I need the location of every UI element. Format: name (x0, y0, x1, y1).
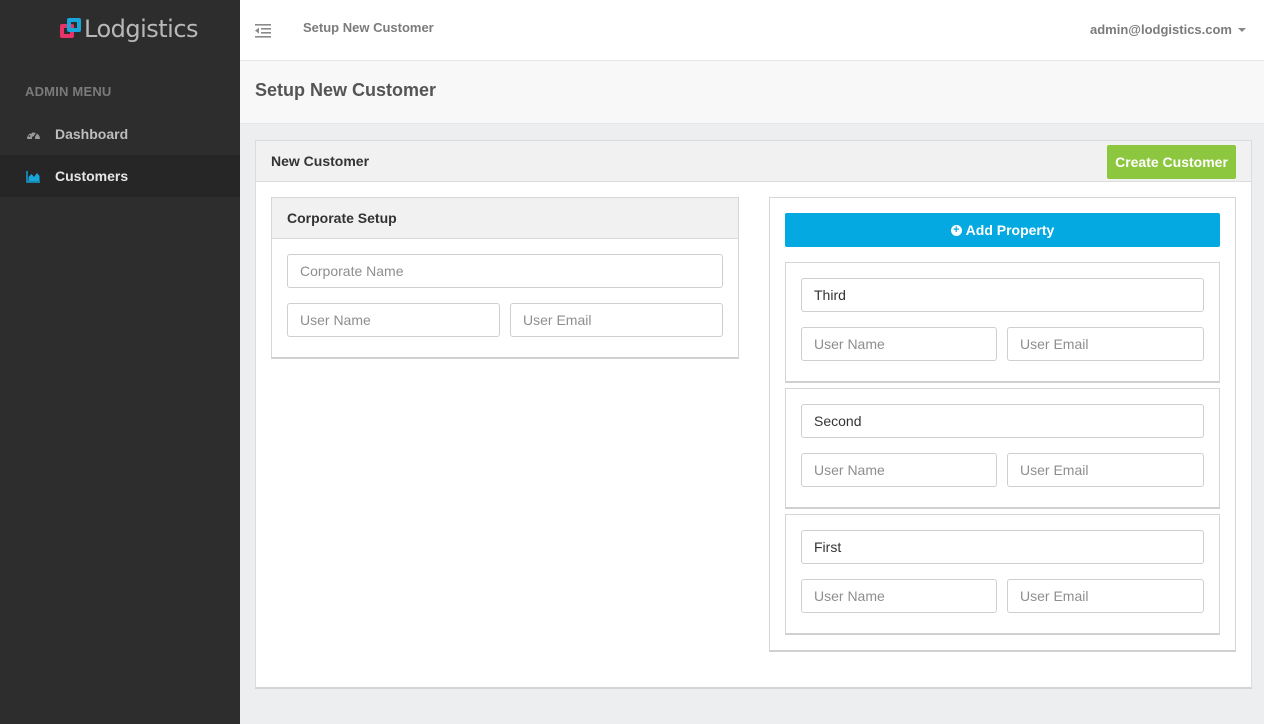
brand-name: Lodgistics (84, 15, 199, 43)
corporate-user-email-input[interactable] (510, 303, 723, 337)
corporate-setup-title: Corporate Setup (272, 198, 738, 239)
sidebar-item-label: Dashboard (55, 126, 129, 142)
corporate-user-name-input[interactable] (287, 303, 500, 337)
admin-menu-heading: ADMIN MENU (25, 84, 112, 99)
logo-mark-icon (60, 18, 82, 40)
property-user-name-input[interactable] (801, 453, 997, 487)
plus-circle-icon: + (950, 224, 962, 236)
corporate-name-input[interactable] (287, 254, 723, 288)
brand-logo[interactable]: Lodgistics (60, 14, 199, 44)
add-property-label: Add Property (965, 222, 1055, 238)
menu-toggle-icon[interactable] (255, 22, 271, 38)
panel-header: New Customer Create Customer (256, 141, 1251, 182)
sidebar-item-dashboard[interactable]: Dashboard (0, 113, 240, 155)
chevron-down-icon (1238, 27, 1246, 32)
dashboard-icon (25, 127, 41, 141)
page-title: Setup New Customer (255, 80, 437, 100)
create-customer-button[interactable]: Create Customer (1107, 145, 1236, 179)
user-menu[interactable]: admin@lodgistics.com (1090, 22, 1246, 37)
chart-icon (25, 169, 41, 183)
add-property-button[interactable]: + Add Property (785, 213, 1220, 247)
panel-title: New Customer (271, 153, 370, 169)
breadcrumb-title: Setup New Customer (303, 20, 434, 35)
property-user-email-input[interactable] (1007, 327, 1204, 361)
sidebar: Lodgistics ADMIN MENU Dashboard Customer… (0, 0, 240, 724)
top-bar: Setup New Customer admin@lodgistics.com (240, 0, 1264, 61)
user-email: admin@lodgistics.com (1090, 22, 1232, 37)
property-name-input[interactable] (801, 530, 1204, 564)
sidebar-item-label: Customers (55, 168, 129, 184)
property-user-email-input[interactable] (1007, 579, 1204, 613)
property-user-name-input[interactable] (801, 327, 997, 361)
property-name-input[interactable] (801, 278, 1204, 312)
sidebar-item-customers[interactable]: Customers (0, 155, 240, 197)
page-header: Setup New Customer (240, 61, 1264, 124)
property-user-name-input[interactable] (801, 579, 997, 613)
property-user-email-input[interactable] (1007, 453, 1204, 487)
property-name-input[interactable] (801, 404, 1204, 438)
